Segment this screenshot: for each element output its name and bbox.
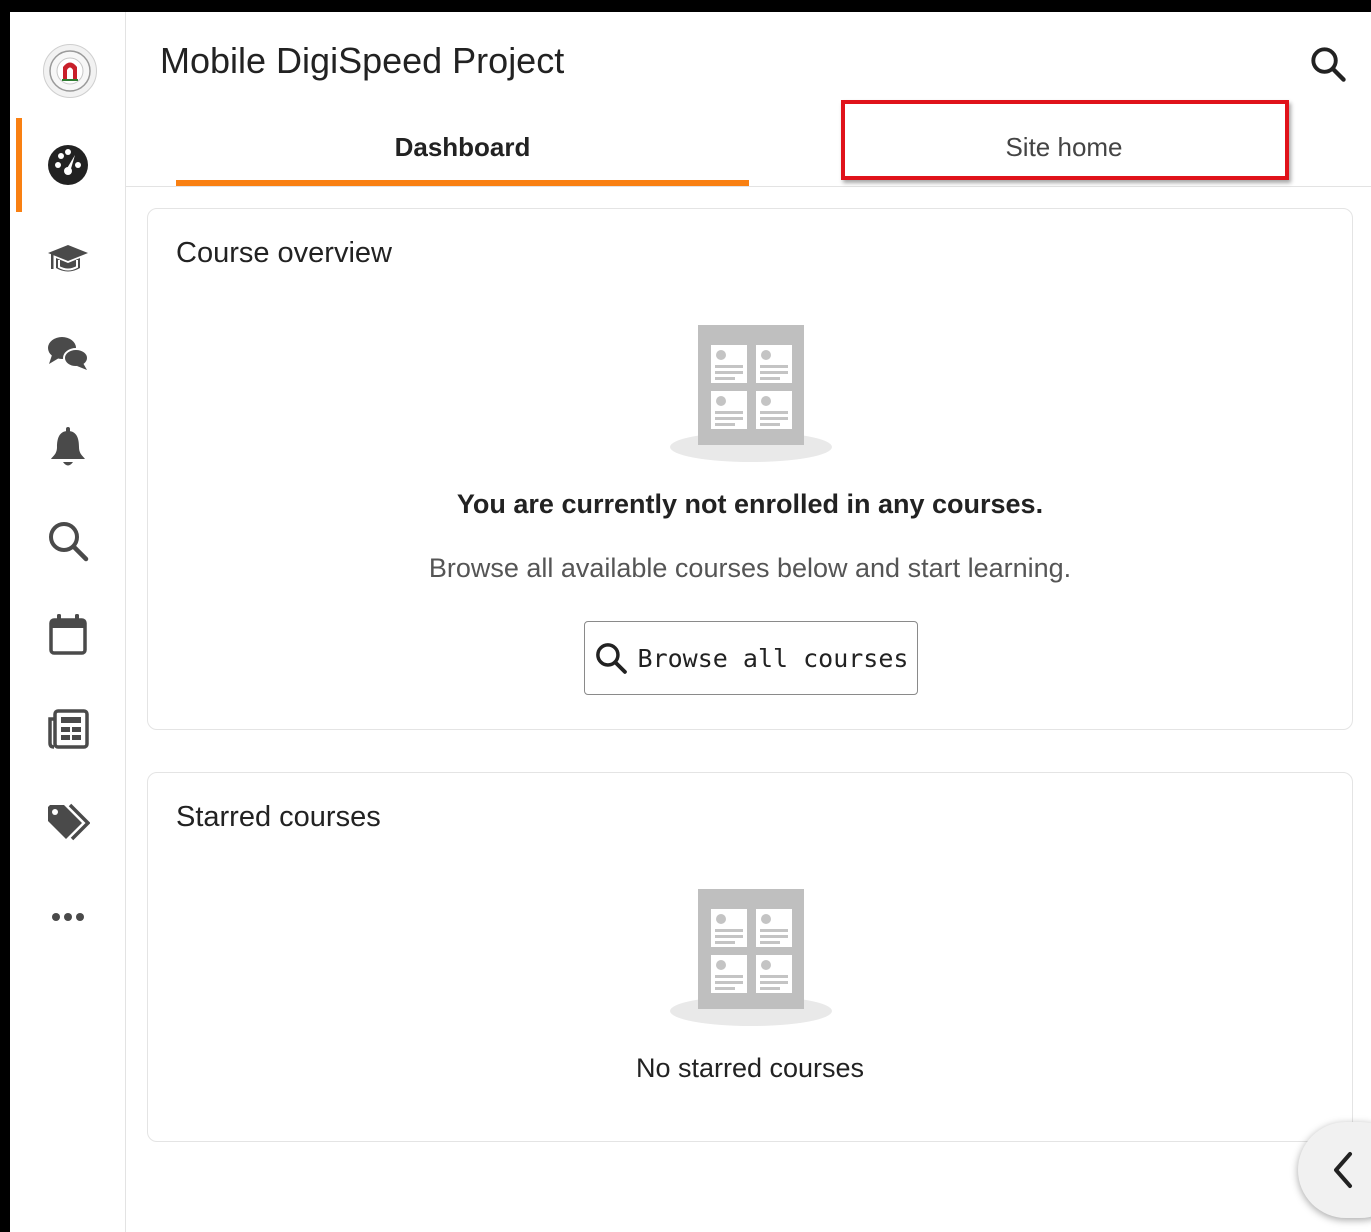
browse-all-courses-button[interactable]: Browse all courses bbox=[584, 621, 918, 695]
graduation-cap-icon bbox=[47, 245, 88, 272]
messages-icon bbox=[47, 337, 89, 370]
chevron-left-icon bbox=[1334, 1152, 1352, 1188]
rail-item-news[interactable] bbox=[10, 682, 125, 776]
rail-item-courses[interactable] bbox=[10, 212, 125, 306]
more-icon bbox=[51, 913, 84, 921]
search-icon bbox=[1311, 47, 1346, 82]
university-logo[interactable] bbox=[43, 44, 97, 98]
search-icon bbox=[48, 522, 88, 562]
seal-icon bbox=[49, 50, 91, 92]
rail-item-tags[interactable] bbox=[10, 776, 125, 870]
browse-all-courses-label: Browse all courses bbox=[637, 643, 909, 673]
starred-courses-title: Starred courses bbox=[176, 801, 381, 833]
rail-item-calendar[interactable] bbox=[10, 588, 125, 682]
tab-dashboard[interactable]: Dashboard bbox=[176, 108, 749, 186]
empty-courses-illustration bbox=[670, 325, 832, 462]
calendar-icon bbox=[48, 614, 87, 655]
page-title: Mobile DigiSpeed Project bbox=[160, 40, 565, 81]
newspaper-icon bbox=[47, 709, 89, 749]
bell-icon bbox=[50, 427, 85, 466]
course-overview-title: Course overview bbox=[176, 237, 392, 269]
empty-starred-illustration bbox=[670, 889, 832, 1026]
header-search-button[interactable] bbox=[1306, 42, 1350, 86]
search-icon bbox=[595, 643, 627, 674]
rail-item-search[interactable] bbox=[10, 494, 125, 588]
rail-item-notifications[interactable] bbox=[10, 400, 125, 494]
not-enrolled-message: You are currently not enrolled in any co… bbox=[456, 489, 1044, 519]
rail-item-dashboard[interactable] bbox=[10, 118, 125, 212]
starred-courses-card: Starred courses No starred courses bbox=[147, 772, 1353, 1142]
side-rail bbox=[10, 12, 126, 1232]
app-window: Mobile DigiSpeed Project Dashboard Site … bbox=[10, 12, 1371, 1232]
dashboard-icon bbox=[47, 145, 88, 185]
rail-item-more[interactable] bbox=[10, 870, 125, 964]
tab-site-home[interactable]: Site home bbox=[841, 108, 1287, 186]
tab-bar: Dashboard Site home bbox=[125, 108, 1371, 187]
tags-icon bbox=[47, 803, 90, 841]
no-starred-message: No starred courses bbox=[635, 1053, 865, 1083]
browse-hint-text: Browse all available courses below and s… bbox=[428, 553, 1072, 583]
rail-item-messages[interactable] bbox=[10, 306, 125, 400]
course-overview-card: Course overview You are currently not en… bbox=[147, 208, 1353, 730]
